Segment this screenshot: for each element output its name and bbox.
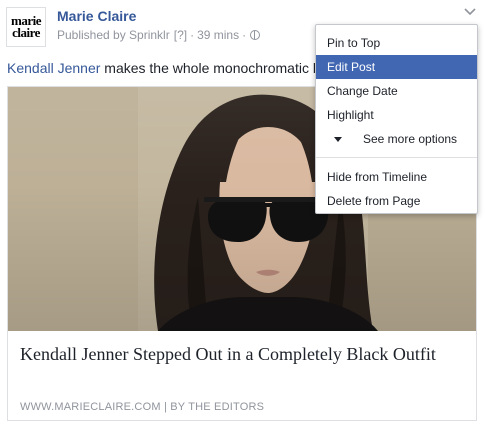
- page-name-link[interactable]: Marie Claire: [57, 8, 136, 24]
- menu-item-change-date[interactable]: Change Date: [316, 79, 477, 103]
- triangle-down-icon: [334, 137, 342, 142]
- info-tag[interactable]: [?]: [174, 28, 187, 42]
- menu-item-pin-to-top[interactable]: Pin to Top: [316, 31, 477, 55]
- see-more-options-label: See more options: [363, 132, 458, 146]
- post-meta: Published by Sprinklr [?] · 39 mins ·: [57, 28, 261, 42]
- page-avatar-logo[interactable]: marie claire: [6, 7, 46, 47]
- post-message-text: makes the whole monochromatic look work: [104, 60, 327, 76]
- meta-separator: ·: [190, 28, 195, 42]
- chevron-down-icon[interactable]: [462, 6, 478, 20]
- logo-text-line2: claire: [12, 25, 40, 40]
- menu-item-delete-from-page[interactable]: Delete from Page: [316, 189, 477, 213]
- menu-item-hide-from-timeline[interactable]: Hide from Timeline: [316, 165, 477, 189]
- post-options-menu: Pin to Top Edit Post Change Date Highlig…: [315, 24, 478, 214]
- globe-icon[interactable]: [250, 30, 261, 40]
- mention-link[interactable]: Kendall Jenner: [7, 60, 100, 76]
- link-title[interactable]: Kendall Jenner Stepped Out in a Complete…: [20, 343, 460, 365]
- link-source: WWW.MARIECLAIRE.COM | BY THE EDITORS: [20, 401, 265, 413]
- menu-divider: [316, 157, 477, 158]
- published-by-text: Published by Sprinklr: [57, 28, 170, 42]
- post-message: Kendall Jenner makes the whole monochrom…: [7, 60, 327, 76]
- menu-item-see-more-options[interactable]: See more options: [316, 127, 477, 151]
- menu-item-edit-post[interactable]: Edit Post: [316, 55, 477, 79]
- meta-separator-2: ·: [242, 28, 247, 42]
- menu-item-highlight[interactable]: Highlight: [316, 103, 477, 127]
- timestamp-link[interactable]: 39 mins: [197, 28, 239, 42]
